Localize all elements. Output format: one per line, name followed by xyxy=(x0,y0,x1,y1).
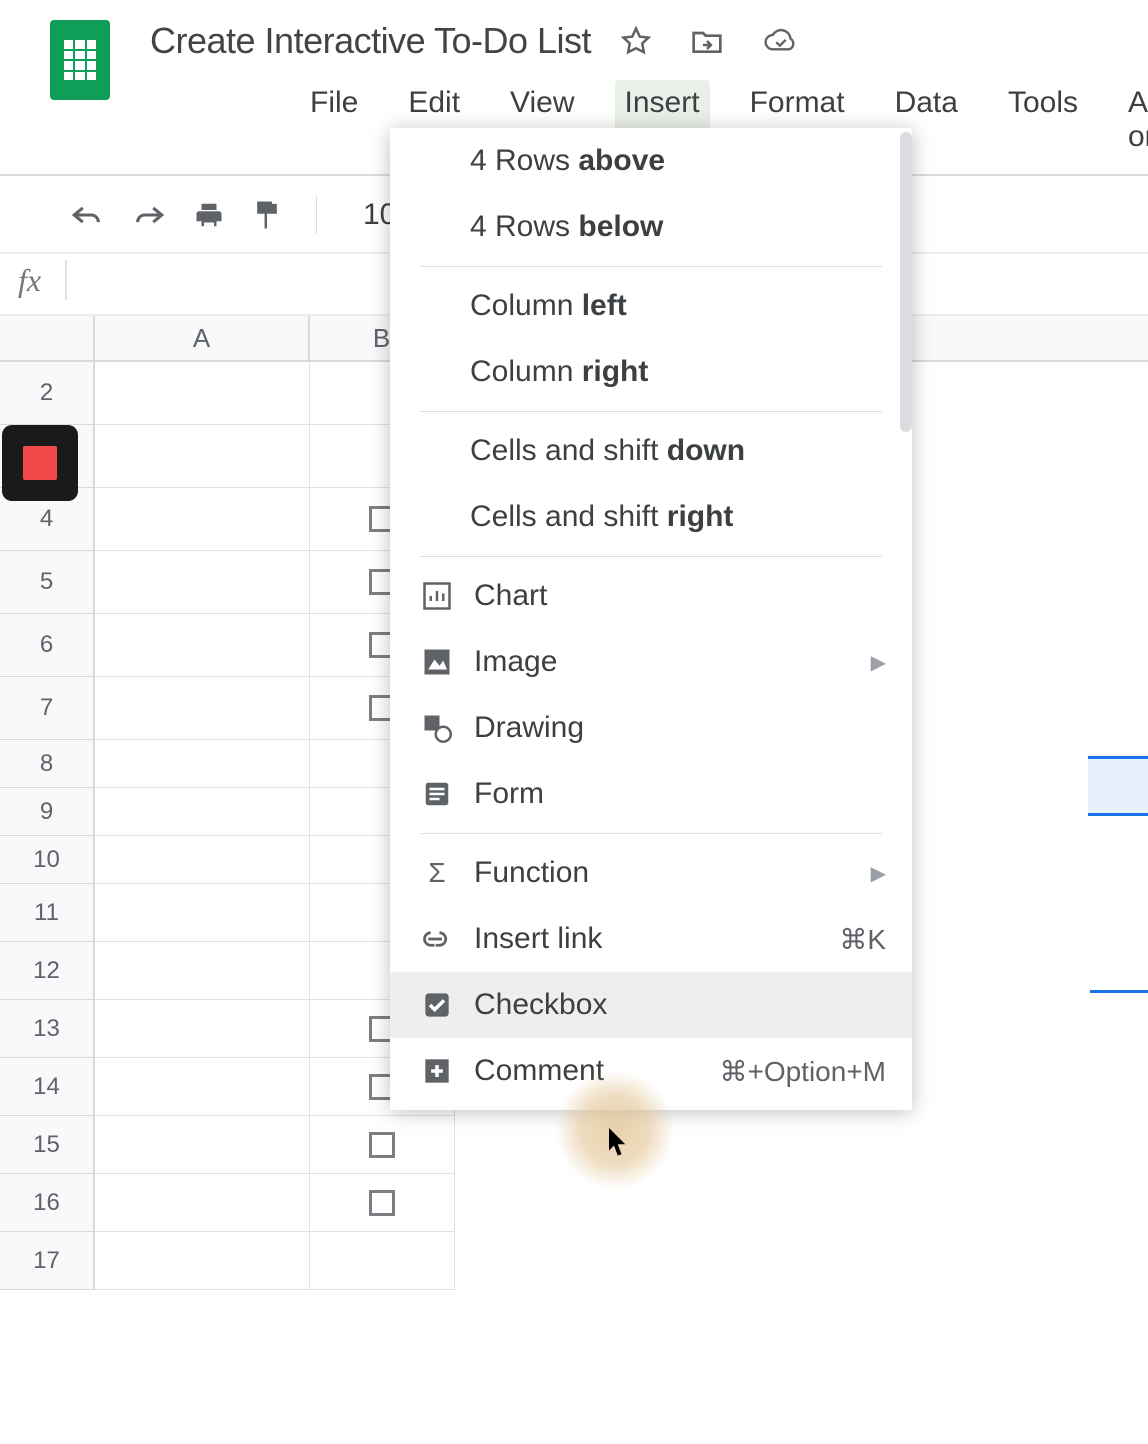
cloud-saved-icon xyxy=(763,28,799,54)
sigma-icon: Σ xyxy=(420,856,454,890)
star-icon[interactable] xyxy=(621,26,651,56)
insert-column-right[interactable]: Column right xyxy=(390,339,912,405)
menu-separator xyxy=(420,556,882,557)
menu-addons[interactable]: Add-ons xyxy=(1118,80,1148,160)
chart-icon xyxy=(420,579,454,613)
row-header[interactable]: 2 xyxy=(0,362,95,425)
insert-rows-below[interactable]: 4 Rows below xyxy=(390,194,912,260)
selection-edge xyxy=(1090,990,1148,993)
menu-file[interactable]: File xyxy=(300,80,368,160)
insert-rows-above[interactable]: 4 Rows above xyxy=(390,128,912,194)
insert-cells-shift-down[interactable]: Cells and shift down xyxy=(390,418,912,484)
mouse-cursor xyxy=(608,1128,630,1158)
insert-link[interactable]: Insert link ⌘K xyxy=(390,906,912,972)
toolbar-separator xyxy=(316,196,317,234)
image-icon xyxy=(420,645,454,679)
document-title[interactable]: Create Interactive To-Do List xyxy=(150,20,591,62)
print-icon[interactable] xyxy=(194,200,224,230)
redo-icon[interactable] xyxy=(132,202,166,228)
insert-form[interactable]: Form xyxy=(390,761,912,827)
row-header[interactable]: 17 xyxy=(0,1232,95,1290)
menu-separator xyxy=(420,266,882,267)
row-header[interactable]: 6 xyxy=(0,614,95,677)
checkbox-cell[interactable] xyxy=(369,1132,395,1158)
menu-separator xyxy=(420,411,882,412)
row-header[interactable]: 12 xyxy=(0,942,95,1000)
insert-menu-dropdown: 4 Rows above 4 Rows below Column left Co… xyxy=(390,128,912,1110)
drawing-icon xyxy=(420,711,454,745)
checkbox-icon xyxy=(420,988,454,1022)
menu-tools[interactable]: Tools xyxy=(998,80,1088,160)
row-header[interactable]: 8 xyxy=(0,740,95,788)
chevron-right-icon: ▶ xyxy=(871,861,886,886)
row-header[interactable]: 5 xyxy=(0,551,95,614)
shortcut-label: ⌘K xyxy=(839,923,886,956)
menu-separator xyxy=(420,833,882,834)
insert-cells-shift-right[interactable]: Cells and shift right xyxy=(390,484,912,550)
link-icon xyxy=(420,922,454,956)
plus-icon xyxy=(420,1054,454,1088)
row-header[interactable]: 7 xyxy=(0,677,95,740)
select-all-corner[interactable] xyxy=(0,316,95,360)
row-header[interactable]: 15 xyxy=(0,1116,95,1174)
undo-icon[interactable] xyxy=(70,202,104,228)
row-header[interactable]: 16 xyxy=(0,1174,95,1232)
row-header[interactable]: 10 xyxy=(0,836,95,884)
fx-label: fx xyxy=(18,262,41,299)
paint-format-icon[interactable] xyxy=(252,199,282,231)
col-header-a[interactable]: A xyxy=(95,316,310,360)
insert-checkbox[interactable]: Checkbox xyxy=(390,972,912,1038)
checkbox-cell[interactable] xyxy=(369,1190,395,1216)
sheets-app-icon xyxy=(50,20,110,100)
shortcut-label: ⌘+Option+M xyxy=(719,1055,886,1088)
insert-chart[interactable]: Chart xyxy=(390,563,912,629)
insert-column-left[interactable]: Column left xyxy=(390,273,912,339)
insert-function[interactable]: Σ Function ▶ xyxy=(390,840,912,906)
recorder-badge xyxy=(2,425,78,501)
form-icon xyxy=(420,777,454,811)
row-header[interactable]: 9 xyxy=(0,788,95,836)
row-header[interactable]: 14 xyxy=(0,1058,95,1116)
insert-comment[interactable]: Comment ⌘+Option+M xyxy=(390,1038,912,1104)
selection-indicator xyxy=(1088,756,1148,816)
insert-image[interactable]: Image ▶ xyxy=(390,629,912,695)
fx-divider xyxy=(65,260,67,300)
row-header[interactable]: 13 xyxy=(0,1000,95,1058)
chevron-right-icon: ▶ xyxy=(871,650,886,675)
row-header[interactable]: 11 xyxy=(0,884,95,942)
move-folder-icon[interactable] xyxy=(691,27,723,55)
insert-drawing[interactable]: Drawing xyxy=(390,695,912,761)
